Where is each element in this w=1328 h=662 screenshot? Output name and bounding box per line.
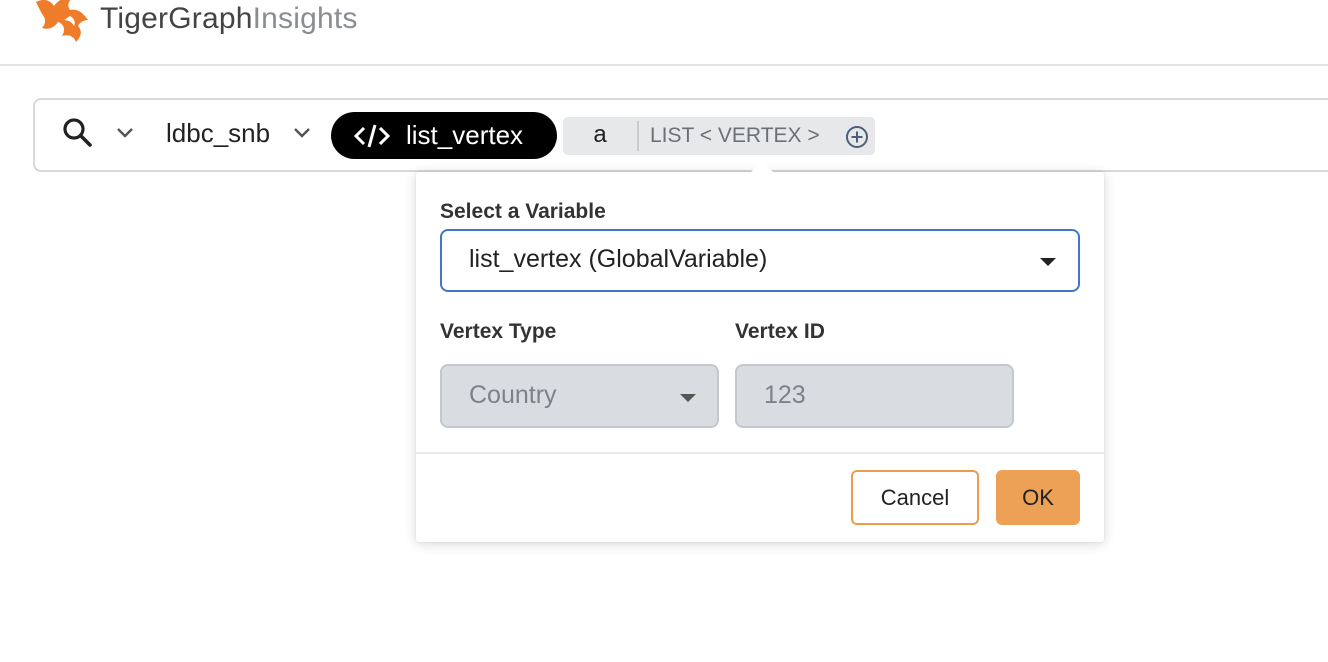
parameter-name: a — [593, 121, 607, 148]
brand-name: TigerGraphInsights — [100, 2, 358, 36]
code-icon — [353, 124, 391, 148]
query-pill[interactable]: list_vertex — [331, 112, 557, 159]
popover-caret — [750, 161, 774, 173]
variable-select[interactable]: list_vertex (GlobalVariable) — [440, 229, 1080, 292]
chevron-down-icon[interactable] — [115, 126, 135, 140]
caret-down-icon — [680, 394, 696, 402]
variable-select-value: list_vertex (GlobalVariable) — [469, 245, 768, 273]
brand-secondary: Insights — [252, 2, 358, 35]
brand-primary: TigerGraph — [100, 2, 253, 35]
chevron-down-icon[interactable] — [292, 126, 312, 140]
vertex-id-value: 123 — [764, 381, 806, 409]
app-header: TigerGraphInsights — [0, 0, 1328, 66]
vertex-id-label: Vertex ID — [735, 320, 825, 343]
plus-circle-icon[interactable] — [845, 125, 869, 149]
caret-down-icon — [1040, 258, 1056, 266]
vertex-type-value: Country — [469, 381, 557, 409]
select-variable-label: Select a Variable — [440, 200, 606, 223]
ok-button[interactable]: OK — [996, 470, 1080, 525]
parameter-chip[interactable]: a LIST < VERTEX > — [563, 117, 875, 155]
search-icon[interactable] — [61, 116, 95, 150]
tiger-logo-icon — [36, 0, 88, 42]
cancel-button[interactable]: Cancel — [851, 470, 979, 525]
vertex-type-select[interactable]: Country — [440, 364, 719, 428]
vertex-id-input[interactable]: 123 — [735, 364, 1014, 428]
query-name: list_vertex — [406, 120, 524, 150]
graph-selector[interactable]: ldbc_snb — [166, 118, 270, 149]
vertex-type-label: Vertex Type — [440, 320, 557, 343]
parameter-divider — [637, 121, 639, 151]
popover-divider — [416, 452, 1104, 454]
parameter-type: LIST < VERTEX > — [650, 124, 820, 147]
